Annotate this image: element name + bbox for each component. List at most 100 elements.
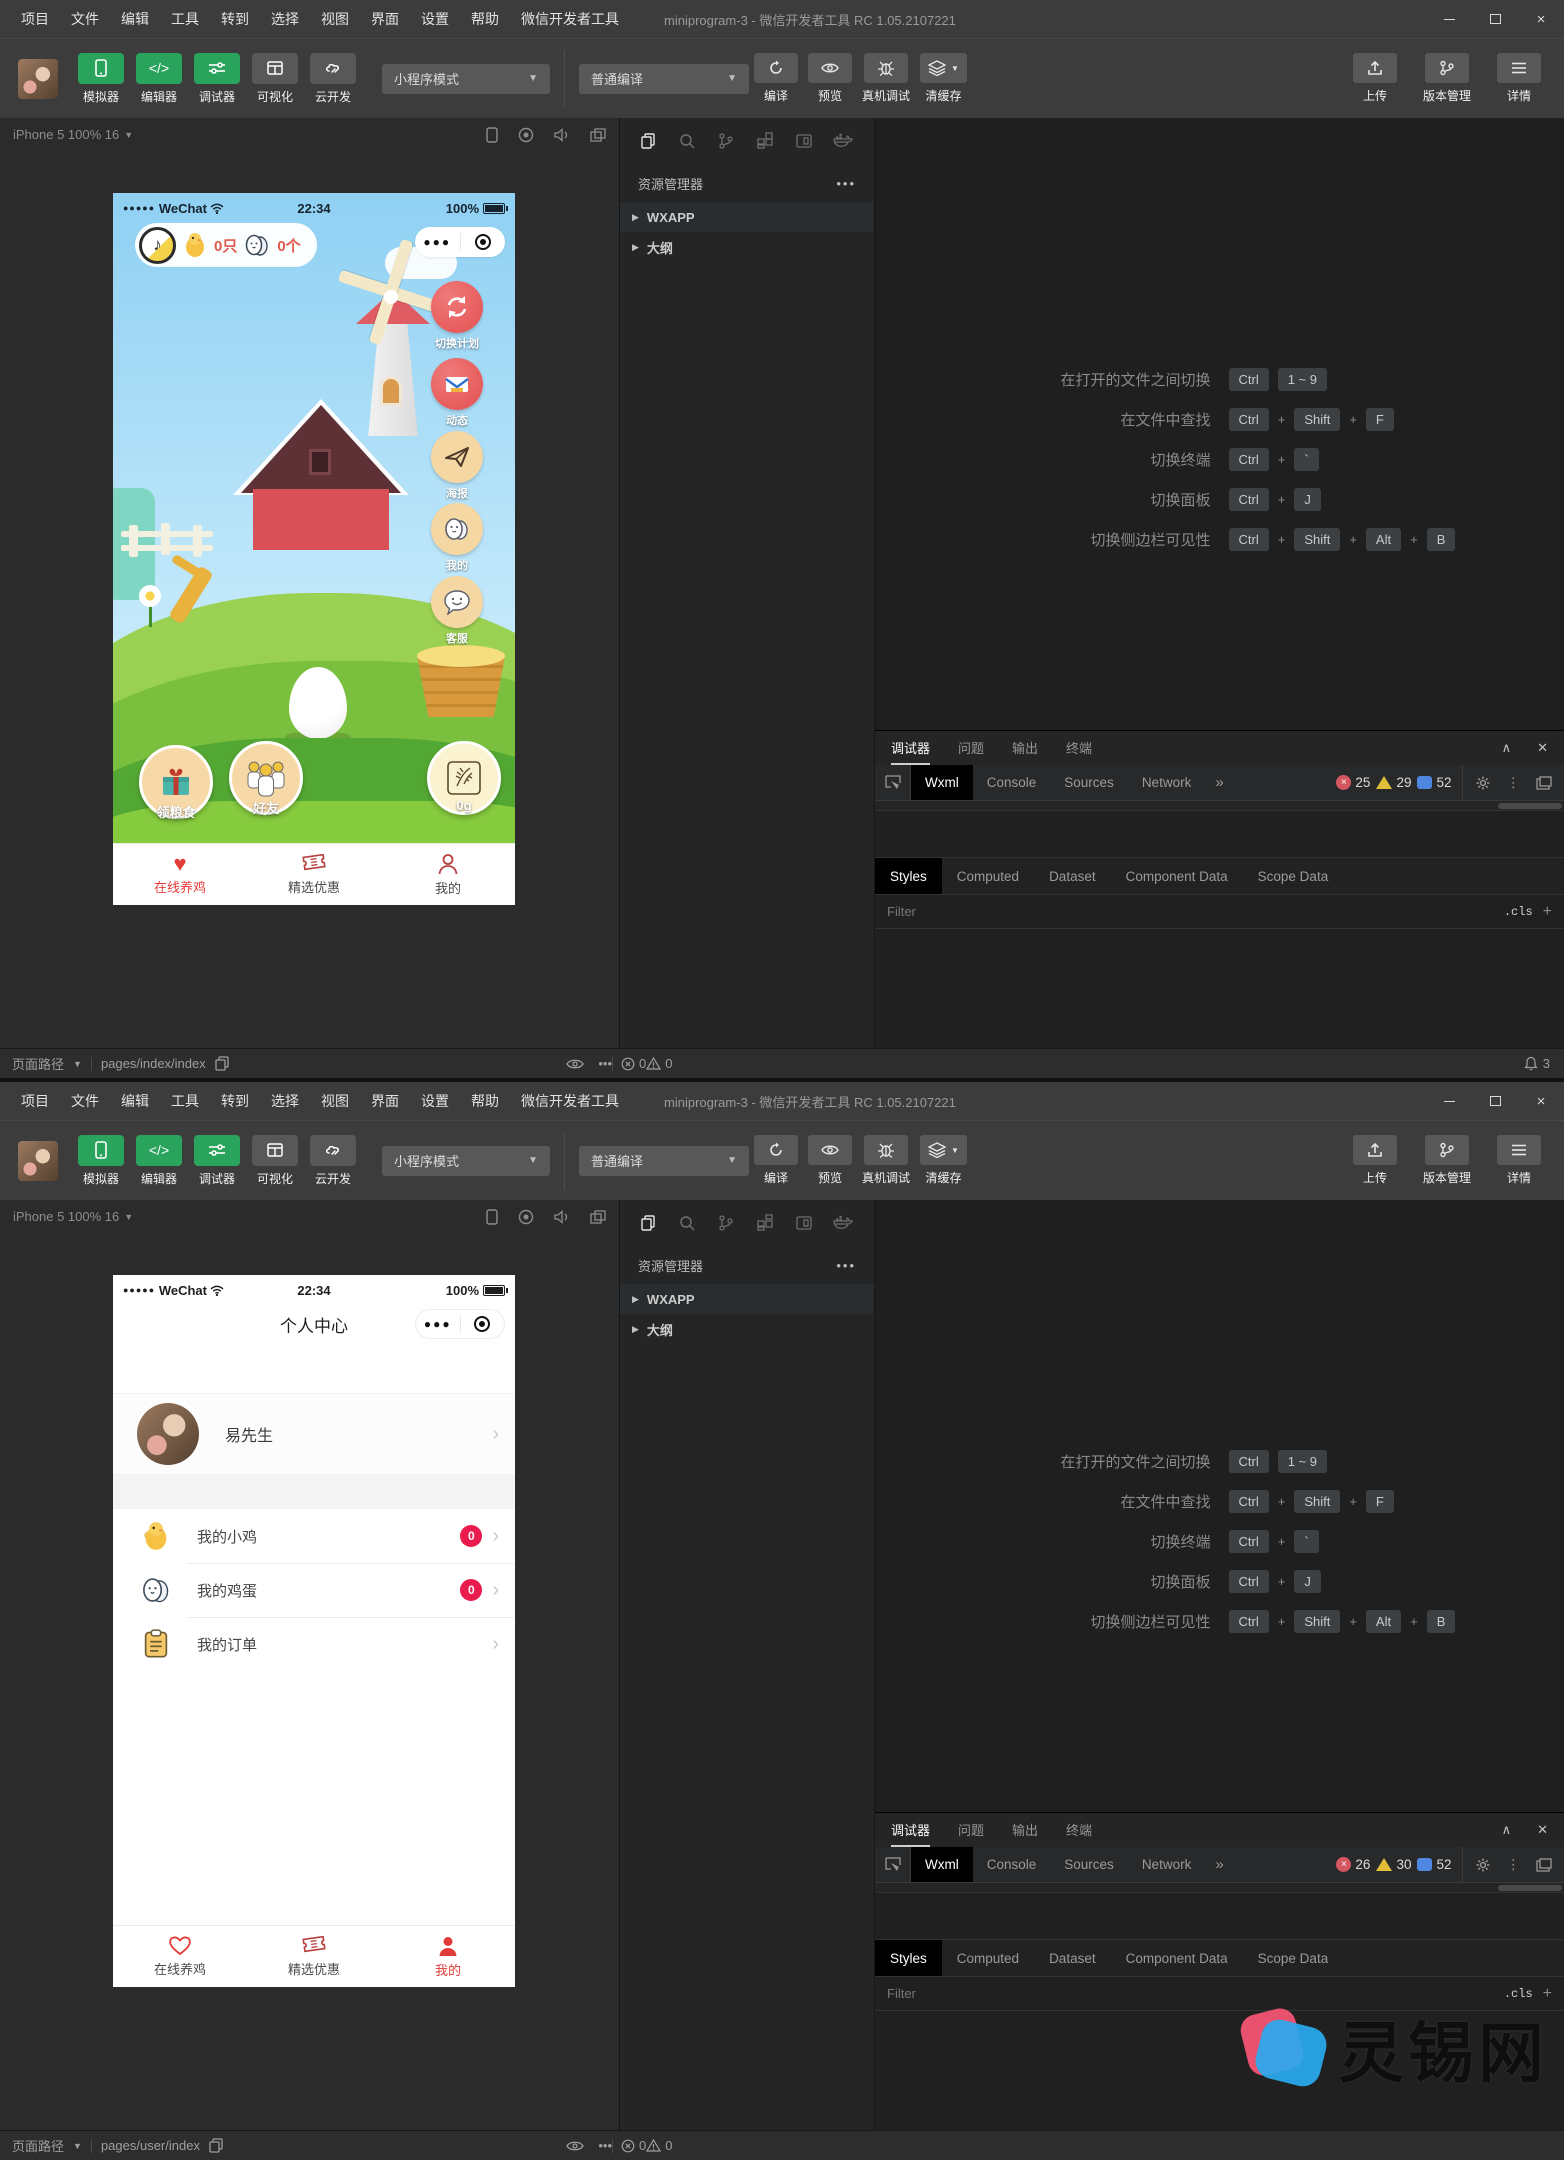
tree-node-outline[interactable]: ▶ 大纲: [620, 1314, 874, 1344]
claim-grain-button[interactable]: 领粮食: [137, 745, 215, 821]
menu-wechat-devtools[interactable]: 微信开发者工具: [510, 1091, 630, 1111]
filter-input[interactable]: [887, 1986, 1494, 2001]
more-tabs-button[interactable]: »: [1205, 1847, 1233, 1882]
npm-icon[interactable]: [784, 1203, 823, 1243]
tab-problems[interactable]: 问题: [958, 1813, 984, 1847]
close-panel-icon[interactable]: ✕: [1537, 1822, 1548, 1838]
kebab-menu-icon[interactable]: ⋮: [1507, 1857, 1521, 1873]
tab-visualizer[interactable]: 可视化: [246, 53, 304, 105]
tab-cloud-dev[interactable]: 云开发: [304, 1135, 362, 1187]
screenshot-icon[interactable]: [590, 1210, 606, 1224]
error-count[interactable]: ×25: [1336, 775, 1370, 790]
side-button-feed[interactable]: 动态: [429, 358, 485, 428]
menu-help[interactable]: 帮助: [460, 1091, 510, 1111]
search-icon[interactable]: [667, 1203, 706, 1243]
menu-edit[interactable]: 编辑: [110, 1091, 160, 1111]
files-icon[interactable]: [628, 1203, 667, 1243]
docker-whale-icon[interactable]: [823, 1203, 862, 1243]
friends-button[interactable]: 好友: [227, 741, 305, 817]
dock-side-icon[interactable]: [1536, 776, 1552, 790]
tab-editor[interactable]: </> 编辑器: [130, 53, 188, 105]
devtools-tab-network[interactable]: Network: [1128, 765, 1206, 800]
source-control-icon[interactable]: [706, 121, 745, 161]
tab-output[interactable]: 输出: [1012, 1813, 1038, 1847]
menu-wechat-devtools[interactable]: 微信开发者工具: [510, 9, 630, 29]
copy-icon[interactable]: [209, 2138, 223, 2153]
tab-terminal[interactable]: 终端: [1066, 1813, 1092, 1847]
more-menu-button[interactable]: ●●●: [415, 235, 460, 249]
more-actions-icon[interactable]: •••: [598, 2138, 612, 2153]
preview-button[interactable]: 预览: [808, 53, 852, 104]
compile-mode-select[interactable]: 普通编译▼: [579, 64, 749, 94]
tree-node-wxapp[interactable]: ▶ WXAPP: [620, 1284, 874, 1314]
inspector-tab-computed[interactable]: Computed: [942, 1940, 1034, 1976]
devtools-tab-console[interactable]: Console: [973, 765, 1051, 800]
inspector-tab-component-data[interactable]: Component Data: [1111, 858, 1243, 894]
cls-toggle[interactable]: .cls: [1504, 905, 1533, 919]
devtools-tab-wxml[interactable]: Wxml: [911, 1847, 973, 1882]
minimize-button[interactable]: [1426, 0, 1472, 38]
side-button-poster[interactable]: 海报: [429, 431, 485, 501]
source-control-icon[interactable]: [706, 1203, 745, 1243]
notification-bell[interactable]: 3: [1524, 1056, 1550, 1071]
close-panel-icon[interactable]: ✕: [1537, 740, 1548, 756]
grain-amount-button[interactable]: 0g: [425, 741, 503, 813]
preview-button[interactable]: 预览: [808, 1135, 852, 1186]
tab-simulator[interactable]: 模拟器: [72, 53, 130, 105]
tab-output[interactable]: 输出: [1012, 731, 1038, 765]
more-menu-button[interactable]: ●●●: [416, 1317, 460, 1331]
menu-settings[interactable]: 设置: [410, 1091, 460, 1111]
kebab-menu-icon[interactable]: ⋮: [1507, 775, 1521, 791]
tab-editor[interactable]: </> 编辑器: [130, 1135, 188, 1187]
minimize-button[interactable]: [1426, 1082, 1472, 1120]
compile-button[interactable]: 编译: [754, 53, 798, 104]
devtools-scrollbar[interactable]: [875, 1883, 1564, 1893]
user-avatar[interactable]: [18, 59, 58, 99]
tab-online-farm[interactable]: ♥ 在线养鸡: [113, 844, 247, 905]
menu-file[interactable]: 文件: [60, 1091, 110, 1111]
docker-whale-icon[interactable]: [823, 121, 862, 161]
list-item-my-chicken[interactable]: 我的小鸡 0 ›: [113, 1509, 515, 1563]
page-path-value[interactable]: pages/user/index: [101, 2138, 200, 2153]
menu-tools[interactable]: 工具: [160, 1091, 210, 1111]
devtools-tab-network[interactable]: Network: [1128, 1847, 1206, 1882]
inspector-tab-computed[interactable]: Computed: [942, 858, 1034, 894]
record-icon[interactable]: [518, 127, 534, 143]
inspector-tab-dataset[interactable]: Dataset: [1034, 858, 1111, 894]
menu-interface[interactable]: 界面: [360, 1091, 410, 1111]
inspect-element-icon[interactable]: [875, 1847, 911, 1882]
tab-terminal[interactable]: 终端: [1066, 731, 1092, 765]
message-count[interactable]: 52: [1417, 1857, 1451, 1872]
side-button-switch-plan[interactable]: 切换计划: [429, 281, 485, 351]
rotate-device-icon[interactable]: [486, 127, 498, 143]
device-selector[interactable]: iPhone 5 100% 16: [13, 1209, 119, 1224]
menu-view[interactable]: 视图: [310, 1091, 360, 1111]
inspect-element-icon[interactable]: [875, 765, 911, 800]
menu-file[interactable]: 文件: [60, 9, 110, 29]
tab-profile[interactable]: 我的: [381, 844, 515, 905]
maximize-button[interactable]: [1472, 0, 1518, 38]
tab-debugger[interactable]: 调试器: [891, 731, 930, 765]
extensions-icon[interactable]: [745, 1203, 784, 1243]
more-actions-icon[interactable]: •••: [836, 176, 856, 191]
menu-select[interactable]: 选择: [260, 1091, 310, 1111]
menu-tools[interactable]: 工具: [160, 9, 210, 29]
inspector-tab-dataset[interactable]: Dataset: [1034, 1940, 1111, 1976]
menu-settings[interactable]: 设置: [410, 9, 460, 29]
tab-featured-deals[interactable]: 精选优惠: [247, 1926, 381, 1987]
version-control-button[interactable]: 版本管理: [1423, 1135, 1471, 1186]
more-tabs-button[interactable]: »: [1205, 765, 1233, 800]
page-path-label[interactable]: 页面路径: [12, 2136, 64, 2155]
tab-cloud-dev[interactable]: 云开发: [304, 53, 362, 105]
details-button[interactable]: 详情: [1497, 1135, 1541, 1186]
tree-node-outline[interactable]: ▶ 大纲: [620, 232, 874, 262]
profile-row[interactable]: 易先生 ›: [113, 1393, 515, 1475]
upload-button[interactable]: 上传: [1353, 53, 1397, 104]
tab-visualizer[interactable]: 可视化: [246, 1135, 304, 1187]
side-button-service[interactable]: 客服: [429, 576, 485, 646]
device-selector[interactable]: iPhone 5 100% 16: [13, 127, 119, 142]
menu-goto[interactable]: 转到: [210, 1091, 260, 1111]
details-button[interactable]: 详情: [1497, 53, 1541, 104]
inspector-tab-scope-data[interactable]: Scope Data: [1243, 858, 1344, 894]
menu-interface[interactable]: 界面: [360, 9, 410, 29]
